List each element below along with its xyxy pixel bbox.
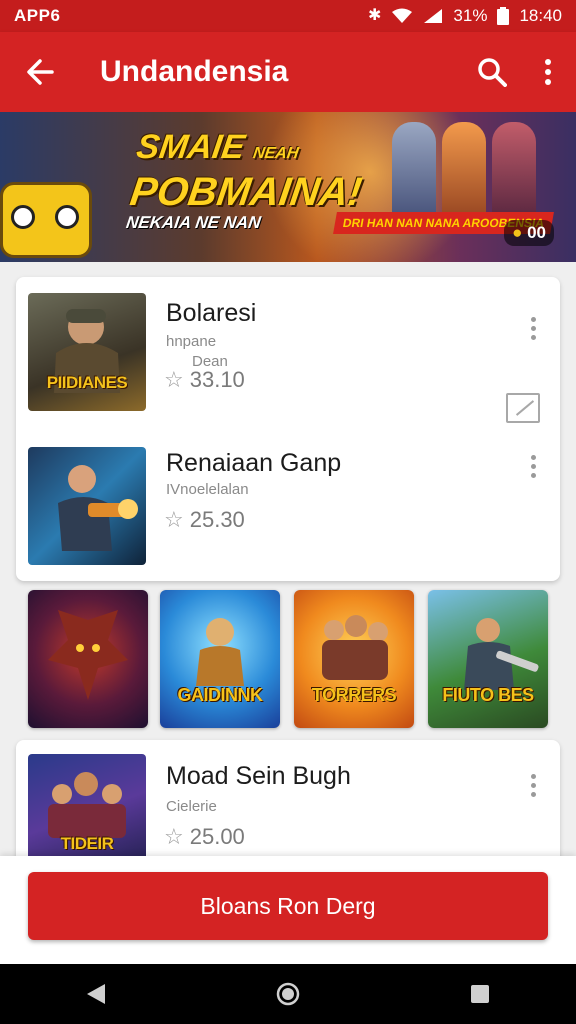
wifi-icon xyxy=(392,8,413,23)
signal-icon xyxy=(424,9,443,23)
nav-back-button[interactable] xyxy=(66,964,126,1024)
headline-small: NEAH xyxy=(251,145,300,162)
more-vert-icon xyxy=(545,59,551,85)
battery-percent: 31% xyxy=(453,6,488,25)
headline-line3: NEKAIA NE NAN xyxy=(124,213,263,232)
game-tile[interactable]: TORRERS xyxy=(294,590,414,728)
headline-line1: SMAIE xyxy=(134,128,248,166)
nav-recents-button[interactable] xyxy=(450,964,510,1024)
overflow-menu-button[interactable] xyxy=(520,32,576,112)
status-icons: ✱ 31% 18:40 xyxy=(368,6,562,26)
battery-icon xyxy=(497,7,510,25)
game-list-card: PIIDIANES Bolaresi hnpane Dean ☆ 33.10 R… xyxy=(16,277,560,581)
soldier-icon xyxy=(464,618,539,690)
status-bar: APP6 ✱ 31% 18:40 xyxy=(0,0,576,32)
item-more-button[interactable] xyxy=(522,455,544,478)
app-bar: Undandensia xyxy=(0,32,576,112)
edit-icon[interactable] xyxy=(506,393,540,423)
star-icon: ☆ xyxy=(164,824,184,849)
robot-mascot-icon xyxy=(0,182,92,258)
item-more-button[interactable] xyxy=(522,774,544,797)
nav-home-button[interactable] xyxy=(258,964,318,1024)
back-button[interactable] xyxy=(0,32,80,112)
rating-value: 25.00 xyxy=(189,824,245,849)
status-app-label: APP6 xyxy=(14,6,61,25)
search-button[interactable] xyxy=(464,32,520,112)
game-subtitle: IVnoelelalan xyxy=(166,481,249,498)
dragon-icon xyxy=(48,610,128,700)
game-tile[interactable]: FIUTO BES xyxy=(428,590,548,728)
banner-headline: SMAIE NEAH POBMAINA! NEKAIA NE NAN xyxy=(124,128,371,233)
nav-recents-icon xyxy=(471,985,489,1003)
bluetooth-icon: ✱ xyxy=(368,7,382,24)
gunner-icon xyxy=(58,465,138,551)
robot-eye xyxy=(55,205,79,229)
star-icon: ☆ xyxy=(164,367,184,392)
nav-home-icon xyxy=(276,982,300,1006)
tile-label: GAIDINNK xyxy=(177,685,264,705)
game-name: Renaiaan Ganp xyxy=(166,449,342,477)
system-nav-bar xyxy=(0,964,576,1024)
item-more-button[interactable] xyxy=(522,317,544,340)
promo-banner[interactable]: SMAIE NEAH POBMAINA! NEKAIA NE NAN DRI H… xyxy=(0,112,576,262)
warrior-icon xyxy=(196,618,244,686)
heroes-icon xyxy=(322,615,388,680)
tile-label: TORRERS xyxy=(311,685,397,705)
game-subtitle: Cielerie xyxy=(166,798,217,815)
nav-back-icon xyxy=(87,984,105,1004)
star-icon: ☆ xyxy=(164,507,184,532)
app-title: Undandensia xyxy=(100,55,289,88)
robot-eye xyxy=(11,205,35,229)
game-tile[interactable]: GAIDINNK xyxy=(160,590,280,728)
headline-line2: POBMAINA! xyxy=(127,170,365,214)
list-item[interactable]: PIIDIANES Bolaresi hnpane Dean ☆ 33.10 xyxy=(16,277,560,427)
back-arrow-icon xyxy=(27,59,54,85)
status-time: 18:40 xyxy=(519,6,562,25)
thumb-label: TIDEIR xyxy=(60,834,114,853)
rating-value: 33.10 xyxy=(189,367,245,392)
game-rating: ☆ 25.00 xyxy=(164,824,245,850)
thumb-label: PIIDIANES xyxy=(46,373,128,392)
game-subtitle: hnpane xyxy=(166,333,217,350)
heroes-icon xyxy=(48,772,126,838)
game-thumbnail: TIDEIR xyxy=(28,754,146,872)
game-tile[interactable] xyxy=(28,590,148,728)
game-rating: ☆ 25.30 xyxy=(164,507,245,533)
game-name: Moad Sein Bugh xyxy=(166,762,351,790)
list-item[interactable]: Renaiaan Ganp IVnoelelalan ☆ 25.30 xyxy=(16,427,560,577)
search-icon xyxy=(478,58,507,87)
game-thumbnail: PIIDIANES xyxy=(28,293,146,411)
banner-counter: ● 00 xyxy=(504,220,554,246)
tile-label: FIUTO BES xyxy=(442,685,534,705)
game-name: Bolaresi xyxy=(166,299,257,327)
game-thumbnail xyxy=(28,447,146,565)
soldier-icon xyxy=(54,309,120,393)
primary-cta-button[interactable]: Bloans Ron Derg xyxy=(28,872,548,940)
game-rating: ☆ 33.10 xyxy=(164,367,245,393)
counter-value: 00 xyxy=(527,223,546,242)
coin-icon: ● xyxy=(512,223,523,242)
rating-value: 25.30 xyxy=(189,507,245,532)
